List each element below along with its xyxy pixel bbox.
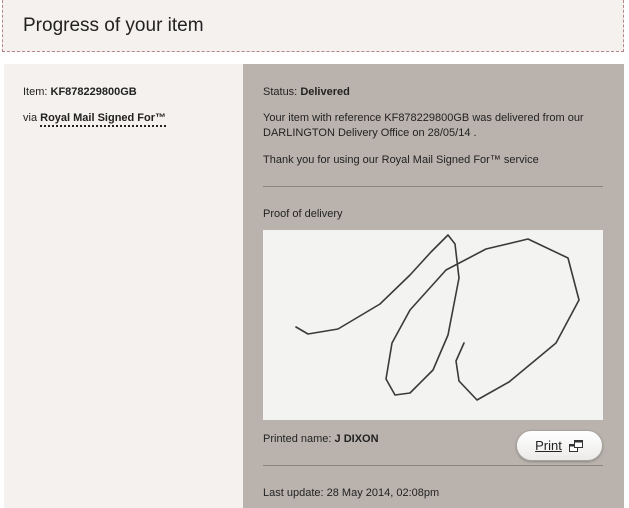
- page-title: Progress of your item: [23, 15, 204, 36]
- printed-name: J DIXON: [334, 433, 379, 445]
- thanks-message: Thank you for using our Royal Mail Signe…: [263, 154, 539, 166]
- item-reference: KF878229800GB: [50, 86, 137, 98]
- proof-heading: Proof of delivery: [263, 208, 343, 220]
- delivery-message-line-2: DARLINGTON Delivery Office on 28/05/14 .: [263, 127, 477, 139]
- status-label: Status:: [263, 86, 298, 98]
- service-row: via Royal Mail Signed For™: [23, 111, 167, 127]
- print-button[interactable]: Print: [516, 430, 603, 461]
- service-link[interactable]: Royal Mail Signed For™: [40, 112, 167, 127]
- printed-name-row: Printed name: J DIXON: [263, 432, 379, 446]
- print-button-label: Print: [535, 438, 562, 453]
- item-label: Item:: [23, 86, 48, 98]
- divider: [263, 186, 603, 187]
- signature-image: [263, 230, 603, 420]
- via-label: via: [23, 112, 38, 124]
- page-header: Progress of your item: [2, 0, 624, 52]
- status-row: Status: Delivered: [263, 85, 350, 99]
- delivery-message-line-1: Your item with reference KF878229800GB w…: [263, 112, 584, 124]
- item-panel: Item: KF878229800GB via Royal Mail Signe…: [4, 64, 243, 508]
- last-update-label: Last update:: [263, 487, 324, 499]
- status-value: Delivered: [300, 86, 350, 98]
- last-update-row: Last update: 28 May 2014, 02:08pm: [263, 486, 439, 500]
- printed-name-label: Printed name:: [263, 433, 332, 445]
- item-reference-row: Item: KF878229800GB: [23, 85, 137, 99]
- popup-window-icon: [568, 439, 583, 452]
- last-update-value: 28 May 2014, 02:08pm: [326, 487, 440, 499]
- divider: [263, 465, 603, 466]
- status-panel: Status: Delivered Your item with referen…: [243, 64, 624, 508]
- signature-drawing: [295, 234, 580, 401]
